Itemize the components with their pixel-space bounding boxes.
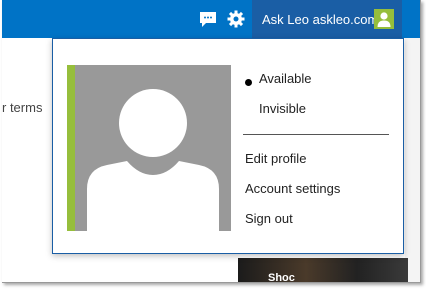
account-name: Ask Leo askleo.com [262,11,379,27]
status-selected-indicator [245,79,252,86]
top-bar: Ask Leo askleo.com [2,0,420,38]
status-available[interactable]: Available [259,71,312,86]
profile-photo[interactable] [67,65,231,231]
account-button[interactable]: Ask Leo askleo.com [252,0,402,38]
chat-bubble-icon[interactable] [198,9,218,29]
app-window: Ask Leo askleo.com r terms Shoc Availabl… [2,0,421,283]
background-image-caption: Shoc [268,272,295,283]
sign-out-link[interactable]: Sign out [245,211,293,226]
edit-profile-link[interactable]: Edit profile [245,151,306,166]
background-news-image: Shoc [238,258,408,283]
profile-menu: Available Invisible Edit profile Account… [52,38,404,254]
account-settings-link[interactable]: Account settings [245,181,340,196]
menu-divider [243,134,389,135]
status-invisible[interactable]: Invisible [259,101,306,116]
gear-icon[interactable] [226,9,246,29]
user-avatar-icon [374,9,394,29]
background-partial-text: r terms [2,100,43,115]
default-person-icon [87,89,219,231]
background-panel [405,38,420,282]
